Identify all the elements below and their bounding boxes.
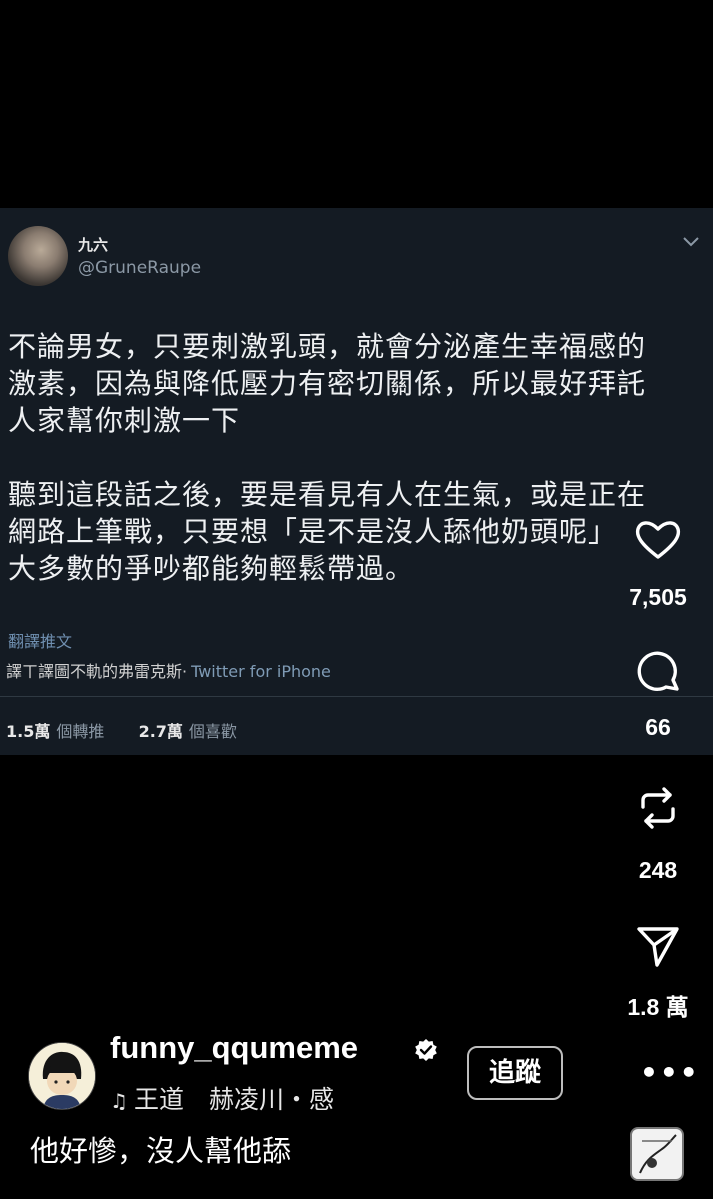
repost-count: 248	[638, 857, 678, 883]
music-note-icon: ♫	[110, 1089, 128, 1113]
repost-icon[interactable]	[633, 783, 683, 833]
tweet-screenshot: 九六 @GruneRaupe 不論男女，只要刺激乳頭，就會分泌產生幸福感的 激素…	[0, 208, 713, 755]
retweets-value: 1.5萬	[6, 722, 51, 741]
translate-tweet-link: 翻譯推文	[8, 632, 73, 651]
avatar[interactable]	[28, 1042, 96, 1110]
music-title: 王道 赫凌川・感	[134, 1085, 335, 1114]
send-icon[interactable]	[633, 921, 683, 971]
tweet-source: Twitter for iPhone	[191, 662, 331, 681]
tweet-avatar	[8, 226, 68, 286]
username[interactable]: funny_qqumeme	[110, 1030, 358, 1066]
music-info[interactable]: ♫ 王道 赫凌川・感	[110, 1080, 334, 1116]
retweets-label: 個轉推	[56, 722, 105, 741]
comment-count: 66	[645, 714, 671, 740]
tweet-author-handle: @GruneRaupe	[78, 258, 202, 278]
chevron-down-icon	[683, 237, 699, 247]
follow-button[interactable]: 追蹤	[467, 1046, 563, 1100]
divider	[0, 696, 713, 697]
tweet-meta: 譯ㄒ譯圖不軌的弗雷克斯· Twitter for iPhone	[6, 658, 331, 682]
verified-badge-icon	[415, 1039, 437, 1061]
tweet-meta-text: 譯ㄒ譯圖不軌的弗雷克斯·	[6, 662, 188, 681]
more-options-button[interactable]: •••	[640, 1056, 700, 1089]
tweet-stats: 1.5萬 個轉推 2.7萬 個喜歡	[6, 718, 237, 742]
tweet-body: 不論男女，只要刺激乳頭，就會分泌產生幸福感的 激素，因為與降低壓力有密切關係，所…	[8, 330, 647, 585]
likes-value: 2.7萬	[138, 722, 183, 741]
likes-label: 個喜歡	[188, 722, 237, 741]
avatar-illustration	[29, 1043, 95, 1109]
music-cover-icon	[639, 1134, 677, 1174]
heart-icon[interactable]	[633, 514, 683, 564]
like-count: 7,505	[629, 584, 687, 610]
music-thumbnail[interactable]	[630, 1127, 684, 1181]
comment-icon[interactable]	[633, 648, 683, 698]
share-count: 1.8 萬	[627, 994, 689, 1020]
post-caption: 他好慘，沒人幫他舔	[30, 1134, 292, 1168]
tweet-author-name: 九六	[78, 236, 109, 254]
